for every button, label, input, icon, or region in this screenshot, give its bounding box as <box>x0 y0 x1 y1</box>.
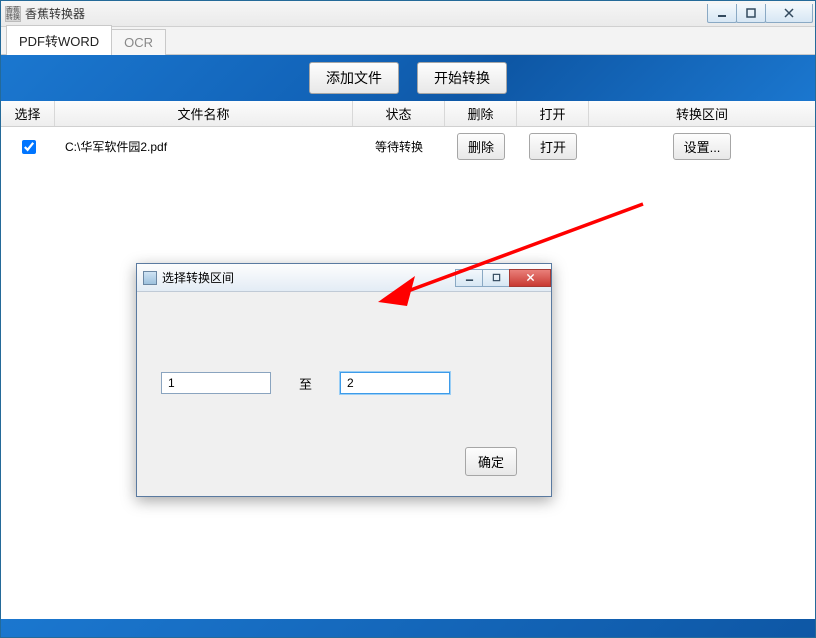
maximize-icon <box>492 273 501 282</box>
footer-strip <box>1 619 815 637</box>
col-open: 打开 <box>517 101 589 126</box>
minimize-icon <box>717 8 727 18</box>
dialog-maximize-button[interactable] <box>482 269 510 287</box>
minimize-icon <box>465 273 474 282</box>
row-open-cell: 打开 <box>517 133 589 160</box>
row-delete-cell: 删除 <box>445 133 517 160</box>
dialog-ok-button[interactable]: 确定 <box>465 447 517 476</box>
toolbar-strip: 添加文件 开始转换 <box>1 55 815 101</box>
maximize-button[interactable] <box>736 4 766 23</box>
row-range-button[interactable]: 设置... <box>673 133 732 160</box>
range-row: 至 <box>161 372 450 394</box>
col-status: 状态 <box>353 101 445 126</box>
dialog-icon <box>143 271 157 285</box>
range-from-input[interactable] <box>161 372 271 394</box>
minimize-button[interactable] <box>707 4 737 23</box>
row-range-cell: 设置... <box>589 133 815 160</box>
main-window: 香蕉 转换 香蕉转换器 PDF转WORD OCR 添加文件 开始转换 选择 <box>0 0 816 638</box>
range-to-label: 至 <box>299 374 312 393</box>
row-select-checkbox[interactable] <box>22 140 36 154</box>
close-button[interactable] <box>765 4 813 23</box>
row-open-button[interactable]: 打开 <box>529 133 577 160</box>
dialog-close-button[interactable] <box>509 269 551 287</box>
row-status: 等待转换 <box>353 138 445 155</box>
range-to-input[interactable] <box>340 372 450 394</box>
tab-ocr[interactable]: OCR <box>112 29 166 55</box>
row-delete-button[interactable]: 删除 <box>457 133 505 160</box>
tab-bar: PDF转WORD OCR <box>1 27 815 55</box>
titlebar-left: 香蕉 转换 香蕉转换器 <box>5 5 85 22</box>
dialog-window-controls <box>456 269 551 287</box>
grid-body: C:\华军软件园2.pdf 等待转换 删除 打开 设置... <box>1 127 815 166</box>
dialog-title: 选择转换区间 <box>162 269 234 286</box>
close-icon <box>784 8 794 18</box>
dialog-titlebar: 选择转换区间 <box>137 264 551 292</box>
add-file-button[interactable]: 添加文件 <box>309 62 399 94</box>
range-dialog: 选择转换区间 至 <box>136 263 552 497</box>
titlebar: 香蕉 转换 香蕉转换器 <box>1 1 815 27</box>
col-select: 选择 <box>1 101 55 126</box>
window-controls <box>708 4 813 24</box>
dialog-minimize-button[interactable] <box>455 269 483 287</box>
close-icon <box>526 273 535 282</box>
col-range: 转换区间 <box>589 101 815 126</box>
row-select-cell <box>1 137 55 157</box>
window-title: 香蕉转换器 <box>25 5 85 22</box>
dialog-title-left: 选择转换区间 <box>143 269 234 286</box>
start-convert-button[interactable]: 开始转换 <box>417 62 507 94</box>
row-filename: C:\华军软件园2.pdf <box>55 138 353 155</box>
table-row: C:\华军软件园2.pdf 等待转换 删除 打开 设置... <box>1 127 815 166</box>
tab-pdf-to-word[interactable]: PDF转WORD <box>6 25 112 55</box>
maximize-icon <box>746 8 756 18</box>
dialog-body: 至 确定 <box>137 292 551 496</box>
app-icon: 香蕉 转换 <box>5 6 21 22</box>
col-name: 文件名称 <box>55 101 353 126</box>
grid-header: 选择 文件名称 状态 删除 打开 转换区间 <box>1 101 815 127</box>
col-delete: 删除 <box>445 101 517 126</box>
content-area: 添加文件 开始转换 选择 文件名称 状态 删除 打开 转换区间 C:\华军软件园… <box>1 55 815 637</box>
